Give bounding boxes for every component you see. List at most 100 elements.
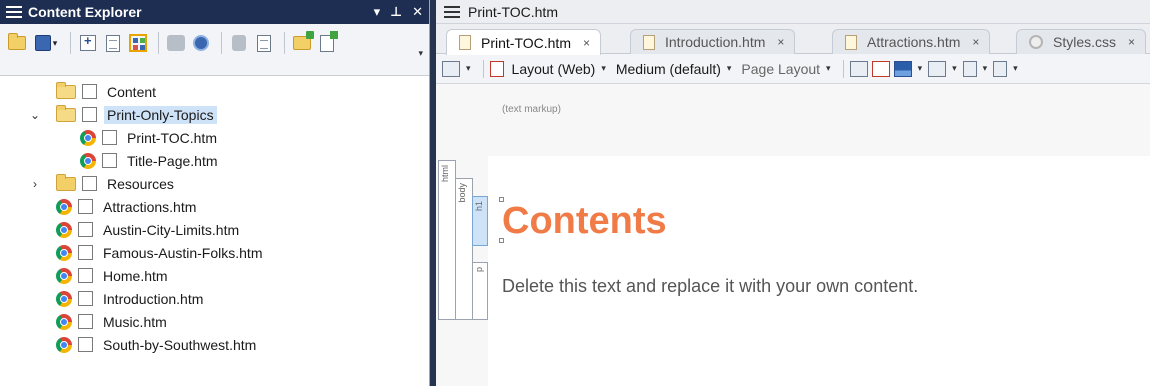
insert-variable-icon[interactable] <box>962 60 977 77</box>
preview-button[interactable] <box>253 32 275 54</box>
tree-item-label: Content <box>107 83 157 100</box>
structure-bar-html-label: html <box>440 165 450 183</box>
tree-item[interactable]: Famous-Austin-Folks.htm <box>0 241 429 264</box>
medium-selector[interactable]: Medium (default) <box>616 61 721 77</box>
chevron-down-icon: ▾ <box>52 37 58 48</box>
document-tab[interactable]: Introduction.htm × <box>630 29 796 54</box>
chevron-down-icon[interactable]: ▾ <box>466 63 471 74</box>
tool-button[interactable] <box>165 32 187 54</box>
layout-selector[interactable]: Layout (Web) <box>512 61 596 77</box>
window-icon <box>34 35 51 51</box>
tree-item[interactable]: Austin-City-Limits.htm <box>0 218 429 241</box>
tree-item-checkbox[interactable] <box>82 84 97 99</box>
document-tab-label: Introduction.htm <box>665 34 766 50</box>
insert-snippet-icon[interactable] <box>928 60 947 77</box>
browser-topic-icon <box>56 313 72 330</box>
close-pane-icon[interactable]: ✕ <box>412 4 423 20</box>
insert-image-icon[interactable] <box>893 60 912 77</box>
toolbar-divider <box>284 32 285 54</box>
tree-item[interactable]: Home.htm <box>0 264 429 287</box>
document-tab-label: Attractions.htm <box>867 34 961 50</box>
tree-item[interactable]: Introduction.htm <box>0 287 429 310</box>
collapse-all-button[interactable] <box>102 32 124 54</box>
chevron-down-icon[interactable]: ▾ <box>826 63 831 74</box>
tree-item-checkbox[interactable] <box>78 268 93 283</box>
new-folder-button[interactable] <box>291 31 314 54</box>
structure-bar-p-label: p <box>474 267 484 273</box>
menu-icon[interactable] <box>444 5 460 18</box>
expand-all-button[interactable] <box>77 32 99 54</box>
structure-bar-body[interactable]: body <box>455 178 473 320</box>
document-tab[interactable]: Styles.css × <box>1016 29 1147 54</box>
chevron-right-icon[interactable]: › <box>28 177 42 191</box>
pane-dropdown-icon[interactable]: ▾ <box>374 4 381 20</box>
tree-item[interactable]: › Resources <box>0 172 429 195</box>
menu-icon[interactable] <box>6 6 22 18</box>
tree-item[interactable]: ⌄ Print-Only-Topics <box>0 103 429 126</box>
structure-bar-body-label: body <box>457 183 467 203</box>
document-icon <box>845 34 857 50</box>
open-folder-button[interactable] <box>6 32 28 54</box>
page-layout-selector[interactable]: Page Layout <box>741 61 820 77</box>
toolbar-divider <box>842 59 844 78</box>
insert-link-icon[interactable] <box>849 60 868 77</box>
tree-item[interactable]: Attractions.htm <box>0 195 429 218</box>
tree-item-checkbox[interactable] <box>82 176 97 191</box>
chevron-down-icon[interactable]: ⌄ <box>28 108 42 122</box>
brush-icon[interactable] <box>489 60 504 77</box>
show-files-button[interactable] <box>127 32 149 54</box>
tree-item-checkbox[interactable] <box>78 337 93 352</box>
editor-page[interactable] <box>488 156 1150 386</box>
tree-item[interactable]: Music.htm <box>0 310 429 333</box>
tree-item-label: Title-Page.htm <box>127 152 218 169</box>
cut-icon <box>232 35 246 51</box>
chevron-down-icon[interactable]: ▾ <box>918 63 923 74</box>
tree-item-checkbox[interactable] <box>78 291 93 306</box>
view-icon[interactable] <box>442 60 460 77</box>
tree-item[interactable]: Print-TOC.htm <box>0 126 429 149</box>
tree-item-checkbox[interactable] <box>102 130 117 145</box>
tree-item-checkbox[interactable] <box>78 222 93 237</box>
structure-bar-h1[interactable]: h1 <box>472 196 488 246</box>
cut-button[interactable] <box>228 32 250 54</box>
structure-bar-html[interactable]: html <box>438 160 456 320</box>
new-topic-button[interactable] <box>316 30 338 54</box>
tree-item-checkbox[interactable] <box>78 314 93 329</box>
close-tab-icon[interactable]: × <box>972 35 979 49</box>
page-paragraph[interactable]: Delete this text and replace it with you… <box>502 276 918 297</box>
chevron-down-icon[interactable]: ▾ <box>952 63 957 74</box>
close-tab-icon[interactable]: × <box>583 36 590 50</box>
tree-item[interactable]: Content <box>0 80 429 103</box>
toolbar-overflow-icon[interactable]: ▾ <box>418 48 423 59</box>
page-heading[interactable]: Contents <box>502 200 667 243</box>
chevron-down-icon[interactable]: ▾ <box>601 63 606 74</box>
close-tab-icon[interactable]: × <box>777 35 784 49</box>
tree-item-checkbox[interactable] <box>78 199 93 214</box>
tree-item-checkbox[interactable] <box>82 107 97 122</box>
browser-topic-icon <box>56 221 72 238</box>
tree-item-label: Print-TOC.htm <box>127 129 217 146</box>
tree-item-label: Austin-City-Limits.htm <box>103 221 240 238</box>
document-tab[interactable]: Print-TOC.htm × <box>446 29 601 55</box>
stylesheet-icon <box>1029 35 1043 49</box>
chevron-down-icon[interactable]: ▾ <box>983 63 988 74</box>
tree-item[interactable]: Title-Page.htm <box>0 149 429 172</box>
close-tab-icon[interactable]: × <box>1128 35 1135 49</box>
tree-item-checkbox[interactable] <box>78 245 93 260</box>
content-tree: Content ⌄ Print-Only-Topics Print-TOC.htm Ti… <box>0 76 429 356</box>
pin-icon[interactable]: ⊥ <box>390 4 402 20</box>
structure-bar-p[interactable]: p <box>472 262 488 320</box>
view-mode-button[interactable]: ▾ <box>31 32 61 54</box>
tree-item-checkbox[interactable] <box>102 153 117 168</box>
insert-xref-icon[interactable] <box>871 60 890 77</box>
content-explorer-toolbar: ▾ ▾ <box>0 24 429 76</box>
chevron-down-icon[interactable]: ▾ <box>727 63 732 74</box>
document-tab[interactable]: Attractions.htm × <box>832 29 991 54</box>
refresh-button[interactable] <box>190 32 212 54</box>
chevron-down-icon[interactable]: ▾ <box>1013 63 1018 74</box>
tree-item[interactable]: South-by-Southwest.htm <box>0 333 429 356</box>
browser-topic-icon <box>56 267 72 284</box>
toolbar-divider <box>221 32 222 54</box>
insert-text-icon[interactable] <box>993 60 1008 77</box>
tree-item-label: Introduction.htm <box>103 290 204 307</box>
